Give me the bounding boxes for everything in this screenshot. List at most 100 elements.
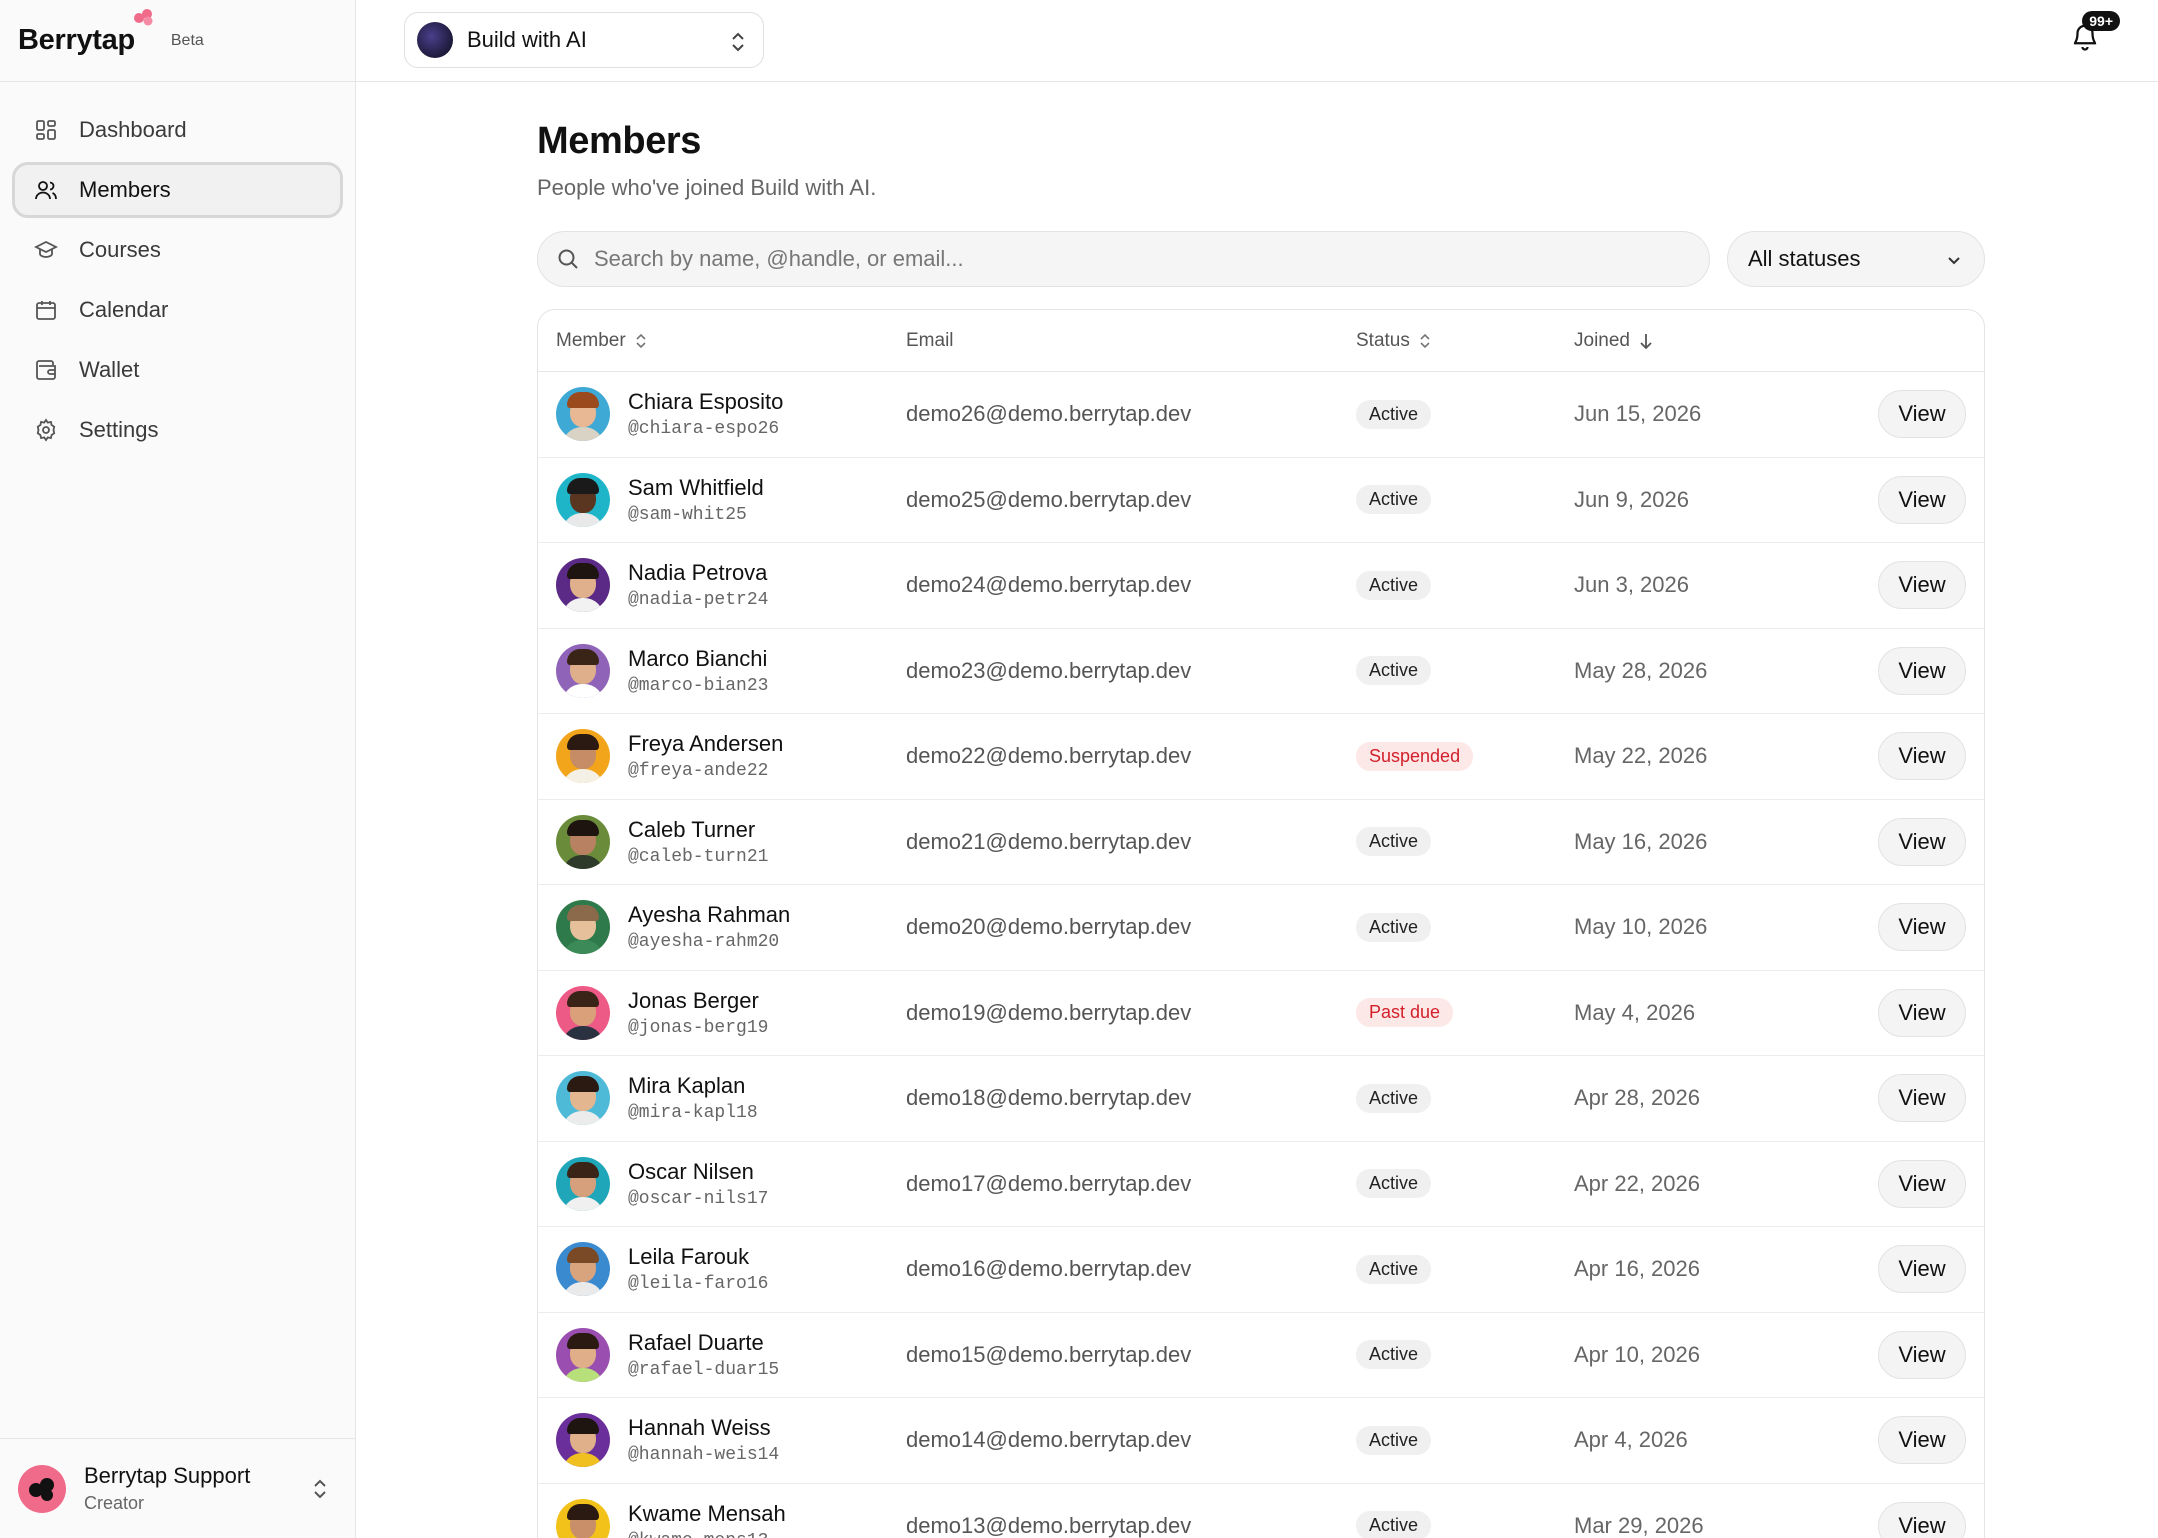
avatar-shirt	[562, 683, 604, 698]
account-switcher[interactable]: Berrytap Support Creator	[0, 1438, 355, 1538]
avatar-shirt	[562, 512, 604, 527]
member-handle: @chiara-espo26	[628, 419, 780, 440]
member-email: demo17@demo.berrytap.dev	[906, 1170, 1192, 1196]
avatar-shirt	[562, 854, 604, 869]
sidebar-item-courses[interactable]: Courses	[12, 222, 343, 278]
view-button[interactable]: View	[1878, 903, 1966, 952]
member-handle: @mira-kapl18	[628, 1103, 758, 1124]
table-header: Member Email Status Joined	[538, 310, 1984, 372]
sidebar-item-members[interactable]: Members	[12, 162, 343, 218]
member-handle: @hannah-weis14	[628, 1445, 780, 1466]
avatar-hair	[567, 1247, 599, 1264]
avatar	[556, 1156, 610, 1211]
column-header-joined[interactable]: Joined	[1574, 330, 1834, 352]
view-button[interactable]: View	[1878, 817, 1966, 866]
page-subtitle: People who've joined Build with AI.	[537, 175, 877, 200]
sidebar-item-dashboard[interactable]: Dashboard	[12, 102, 343, 158]
page-title: Members	[537, 120, 702, 162]
beta-badge: Beta	[170, 31, 204, 49]
view-button[interactable]: View	[1878, 1074, 1966, 1123]
view-button[interactable]: View	[1878, 390, 1966, 439]
table-row: Mira Kaplan @mira-kapl18 demo18@demo.berry…	[538, 1056, 1984, 1142]
account-role: Creator	[84, 1493, 145, 1513]
member-handle: @marco-bian23	[628, 675, 769, 696]
account-avatar	[18, 1464, 66, 1513]
search-box	[537, 231, 1710, 287]
avatar	[556, 729, 610, 784]
member-name: Kwame Mensah	[628, 1500, 786, 1526]
joined-date: May 16, 2026	[1574, 828, 1708, 854]
view-button[interactable]: View	[1878, 475, 1966, 524]
view-button[interactable]: View	[1878, 1416, 1966, 1465]
member-cell: Mira Kaplan @mira-kapl18	[538, 1071, 906, 1126]
workspace-name: Build with AI	[467, 27, 587, 52]
status-filter-select[interactable]: All statuses	[1727, 231, 1985, 287]
member-cell: Leila Farouk @leila-faro16	[538, 1242, 906, 1297]
brand-name: Berrytap	[18, 24, 135, 56]
table-row: Hannah Weiss @hannah-weis14 demo14@demo.be…	[538, 1398, 1984, 1484]
sidebar-item-wallet[interactable]: Wallet	[12, 342, 343, 398]
member-name: Marco Bianchi	[628, 645, 768, 671]
status-badge: Active	[1356, 656, 1432, 686]
sidebar-item-label: Dashboard	[79, 117, 187, 142]
member-email: demo18@demo.berrytap.dev	[906, 1085, 1192, 1111]
brand-logo[interactable]: Berrytap	[18, 9, 153, 57]
sidebar-item-calendar[interactable]: Calendar	[12, 282, 343, 338]
status-badge: Active	[1356, 827, 1432, 857]
member-name: Mira Kaplan	[628, 1073, 746, 1099]
member-handle: @sam-whit25	[628, 504, 747, 525]
brand: Berrytap Beta	[0, 0, 355, 82]
avatar-hair	[567, 648, 599, 665]
member-handle: @oscar-nils17	[628, 1188, 769, 1209]
view-button[interactable]: View	[1878, 646, 1966, 695]
workspace-logo	[417, 22, 453, 58]
member-cell: Oscar Nilsen @oscar-nils17	[538, 1156, 906, 1211]
view-button[interactable]: View	[1878, 732, 1966, 781]
avatar-shirt	[562, 1367, 604, 1382]
avatar-hair	[567, 819, 599, 836]
avatar-shirt	[562, 1282, 604, 1297]
member-name: Sam Whitfield	[628, 474, 764, 500]
members-table: Member Email Status Joined Chiara Esposi…	[537, 309, 1985, 1538]
member-name: Ayesha Rahman	[628, 902, 791, 928]
users-icon	[33, 177, 59, 203]
filters-bar: All statuses	[537, 231, 1985, 287]
arrow-down-icon	[1640, 333, 1652, 349]
graduation-cap-icon	[33, 237, 59, 263]
joined-date: May 4, 2026	[1574, 999, 1696, 1025]
avatar-shirt	[562, 1025, 604, 1040]
member-email: demo13@demo.berrytap.dev	[906, 1512, 1192, 1538]
avatar-hair	[567, 1503, 599, 1520]
member-email: demo21@demo.berrytap.dev	[906, 828, 1192, 854]
search-input[interactable]	[594, 246, 1674, 272]
sort-icon	[636, 333, 646, 348]
column-header-member[interactable]: Member	[538, 330, 906, 352]
member-name: Hannah Weiss	[628, 1415, 771, 1441]
table-row: Jonas Berger @jonas-berg19 demo19@demo.ber…	[538, 971, 1984, 1056]
joined-date: Mar 29, 2026	[1574, 1512, 1704, 1538]
view-button[interactable]: View	[1878, 1159, 1966, 1208]
member-cell: Sam Whitfield @sam-whit25	[538, 472, 906, 527]
member-email: demo24@demo.berrytap.dev	[906, 572, 1192, 598]
member-cell: Kwame Mensah @kwame-mens13	[538, 1498, 906, 1538]
joined-date: Apr 10, 2026	[1574, 1341, 1700, 1367]
member-email: demo23@demo.berrytap.dev	[906, 657, 1192, 683]
sidebar-item-settings[interactable]: Settings	[12, 402, 343, 458]
view-button[interactable]: View	[1878, 988, 1966, 1037]
status-badge: Active	[1356, 399, 1432, 429]
view-button[interactable]: View	[1878, 1245, 1966, 1294]
avatar	[556, 643, 610, 698]
column-header-label: Email	[906, 329, 954, 351]
view-button[interactable]: View	[1878, 1501, 1966, 1538]
avatar-shirt	[562, 1453, 604, 1468]
workspace-switcher[interactable]: Build with AI	[404, 12, 764, 68]
avatar	[556, 900, 610, 955]
column-header-status[interactable]: Status	[1356, 330, 1574, 352]
berry-logo-icon	[29, 1477, 54, 1501]
member-cell: Nadia Petrova @nadia-petr24	[538, 558, 906, 613]
dashboard-icon	[33, 117, 59, 143]
sidebar-item-label: Settings	[79, 417, 159, 442]
member-name: Freya Andersen	[628, 731, 784, 757]
view-button[interactable]: View	[1878, 1330, 1966, 1379]
view-button[interactable]: View	[1878, 561, 1966, 610]
